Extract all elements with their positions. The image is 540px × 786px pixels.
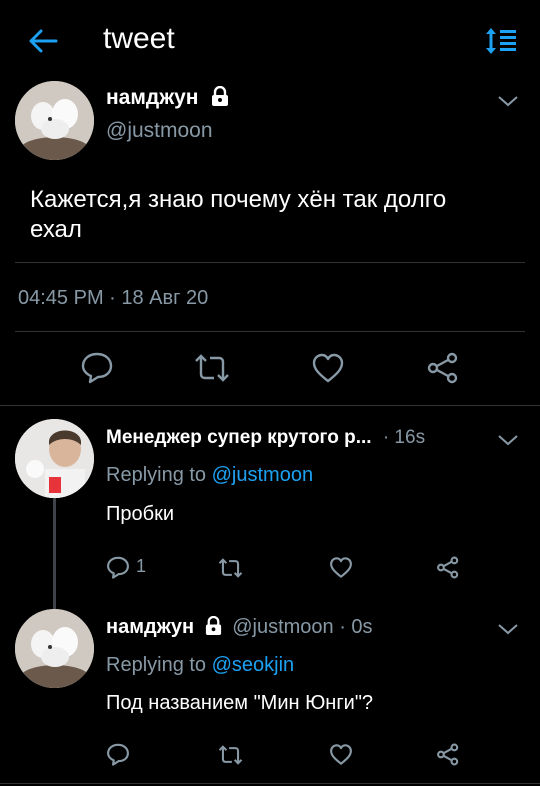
- share-icon[interactable]: [436, 743, 460, 766]
- replying-to: Replying to @justmoon: [106, 464, 313, 487]
- reply-icon[interactable]: [106, 742, 130, 766]
- reply-count: 1: [136, 556, 147, 576]
- author-handle[interactable]: @justmoon: [106, 119, 213, 143]
- retweet-icon[interactable]: [217, 557, 244, 579]
- author-name[interactable]: Менеджер супер крутого р...: [106, 427, 372, 448]
- author-name[interactable]: намджун: [106, 616, 194, 638]
- lock-icon: [212, 86, 229, 107]
- avatar[interactable]: [15, 81, 94, 160]
- like-icon[interactable]: [329, 556, 353, 579]
- header: tweet: [0, 0, 540, 80]
- avatar[interactable]: [15, 419, 94, 498]
- like-icon[interactable]: [329, 743, 353, 766]
- retweet-icon[interactable]: [193, 352, 231, 384]
- thread-line: [53, 498, 56, 610]
- retweet-icon[interactable]: [217, 744, 244, 766]
- share-icon[interactable]: [436, 556, 460, 579]
- replying-prefix: Replying to: [106, 464, 207, 486]
- page-title: tweet: [103, 22, 175, 55]
- avatar-image: [15, 81, 94, 160]
- divider: [0, 405, 540, 406]
- like-icon[interactable]: [311, 352, 345, 384]
- reply-icon[interactable]: [106, 555, 130, 579]
- back-arrow-icon[interactable]: [28, 28, 58, 54]
- chevron-down-icon[interactable]: [497, 94, 519, 108]
- author-handle-time: @justmoon · 0s: [232, 616, 373, 638]
- replying-prefix: Replying to: [106, 654, 207, 676]
- tweet-text-line: Кажется,я знаю почему хён так долго: [30, 186, 447, 213]
- chevron-down-icon[interactable]: [497, 433, 519, 447]
- sort-icon[interactable]: [484, 26, 518, 56]
- reply-text: Пробки: [106, 503, 174, 525]
- chevron-down-icon[interactable]: [497, 622, 519, 636]
- replying-handle-link[interactable]: @justmoon: [212, 464, 313, 486]
- tweet-text: Кажется,я знаю почему хён так долго ехал: [30, 185, 446, 245]
- divider: [15, 331, 525, 332]
- avatar[interactable]: [15, 609, 94, 688]
- replying-to: Replying to @seokjin: [106, 654, 294, 677]
- reply-text: Под названием "Мин Юнги"?: [106, 692, 374, 714]
- author-name[interactable]: намджун: [106, 86, 198, 109]
- reply-time: · 16s: [382, 427, 426, 448]
- divider: [15, 262, 525, 263]
- share-icon[interactable]: [426, 352, 460, 384]
- reply-icon[interactable]: [80, 350, 114, 384]
- tweet-text-line: ехал: [30, 216, 82, 243]
- replying-handle-link[interactable]: @seokjin: [212, 654, 295, 676]
- avatar-image: [15, 419, 94, 498]
- divider: [0, 783, 540, 784]
- lock-icon: [205, 616, 221, 636]
- avatar-image: [15, 609, 94, 688]
- tweet-timestamp: 04:45 PM · 18 Авг 20: [18, 287, 209, 309]
